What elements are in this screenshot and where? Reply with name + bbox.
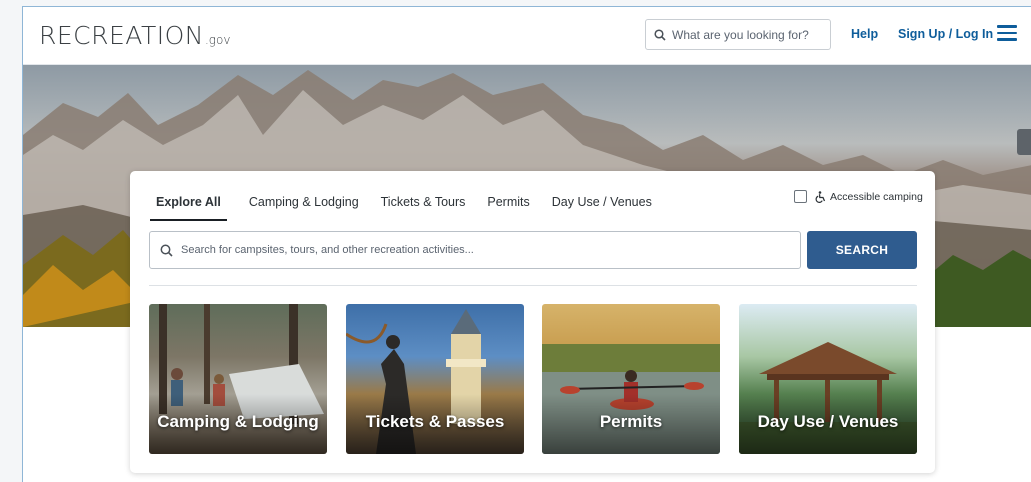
tab-camping-lodging[interactable]: Camping & Lodging: [249, 187, 359, 221]
tile-tickets-passes[interactable]: Tickets & Passes: [346, 304, 524, 454]
main-search-placeholder: Search for campsites, tours, and other r…: [181, 244, 474, 256]
browser-viewport: RECREATION.gov What are you looking for?…: [0, 0, 1031, 482]
tile-label: Permits: [599, 412, 663, 431]
signup-login-link[interactable]: Sign Up / Log In: [898, 27, 993, 41]
tile-permits[interactable]: Permits: [542, 304, 720, 454]
search-icon: [654, 28, 666, 41]
search-button[interactable]: SEARCH: [807, 231, 917, 269]
site-header: RECREATION.gov What are you looking for?…: [23, 7, 1031, 65]
wheelchair-icon: [815, 190, 826, 203]
accessible-camping-toggle[interactable]: Accessible camping: [794, 190, 923, 203]
search-icon: [160, 244, 173, 257]
side-feedback-button[interactable]: [1017, 129, 1031, 155]
header-search-placeholder: What are you looking for?: [672, 27, 809, 42]
main-search-input[interactable]: Search for campsites, tours, and other r…: [149, 231, 801, 269]
search-card: Explore All Camping & Lodging Tickets & …: [130, 171, 935, 473]
logo-text: RECREATION: [39, 21, 204, 50]
tab-explore-all[interactable]: Explore All: [150, 187, 227, 221]
tab-tickets-tours[interactable]: Tickets & Tours: [381, 187, 466, 221]
tile-label: Tickets & Passes: [365, 412, 505, 431]
main-search-row: Search for campsites, tours, and other r…: [149, 231, 917, 269]
category-tiles: Camping & Lodging Tickets & Passes Permi…: [149, 304, 917, 454]
tab-permits[interactable]: Permits: [487, 187, 529, 221]
site-logo[interactable]: RECREATION.gov: [39, 21, 230, 50]
help-link[interactable]: Help: [851, 27, 878, 41]
page: RECREATION.gov What are you looking for?…: [22, 6, 1031, 482]
divider: [149, 285, 917, 286]
tile-day-use-venues[interactable]: Day Use / Venues: [739, 304, 917, 454]
hamburger-menu-icon[interactable]: [997, 25, 1017, 41]
header-search-input[interactable]: What are you looking for?: [645, 19, 831, 50]
tab-day-use-venues[interactable]: Day Use / Venues: [552, 187, 652, 221]
tile-camping-lodging[interactable]: Camping & Lodging: [149, 304, 327, 454]
tile-label: Camping & Lodging: [157, 412, 319, 431]
accessible-camping-label: Accessible camping: [830, 190, 923, 203]
tile-label: Day Use / Venues: [757, 412, 899, 431]
accessible-checkbox[interactable]: [794, 190, 807, 203]
logo-suffix: .gov: [204, 33, 231, 47]
search-tabs: Explore All Camping & Lodging Tickets & …: [150, 187, 674, 221]
